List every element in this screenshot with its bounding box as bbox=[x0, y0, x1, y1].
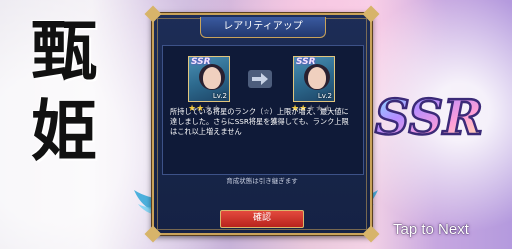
dialog-title: レアリティアップ bbox=[200, 17, 326, 38]
rarity-up-description: 所持している将星のランク（☆）上限が増え、最大値に達しました。さらにSSR将星を… bbox=[170, 107, 349, 136]
before-character-card: SSR Lv.2 bbox=[188, 56, 230, 102]
character-name-vertical: 甄 姫 bbox=[22, 12, 106, 170]
tap-to-next-hint[interactable]: Tap to Next bbox=[393, 221, 469, 238]
carry-over-note: 育成状態は引き継ぎます bbox=[226, 177, 298, 185]
confirm-button[interactable]: 確認 bbox=[220, 210, 304, 228]
card-level-label: Lv.2 bbox=[317, 92, 332, 100]
card-rarity-label: SSR bbox=[191, 57, 211, 67]
character-name-char-1: 甄 bbox=[31, 12, 97, 90]
card-rarity-label: SSR bbox=[296, 57, 316, 67]
rarity-up-dialog: レアリティアップ SSR Lv.2 ★★★★ SSR Lv.2 ★★★★★ 所持… bbox=[144, 5, 380, 243]
card-level-label: Lv.2 bbox=[212, 92, 227, 100]
after-character-card: SSR Lv.2 bbox=[293, 56, 335, 102]
ssr-rarity-logo: SSR bbox=[374, 89, 485, 144]
character-portrait bbox=[203, 67, 221, 89]
svg-text:SSR: SSR bbox=[375, 90, 483, 144]
character-name-char-2: 姫 bbox=[31, 92, 97, 170]
right-arrow-icon bbox=[248, 70, 272, 88]
character-portrait bbox=[308, 67, 326, 89]
